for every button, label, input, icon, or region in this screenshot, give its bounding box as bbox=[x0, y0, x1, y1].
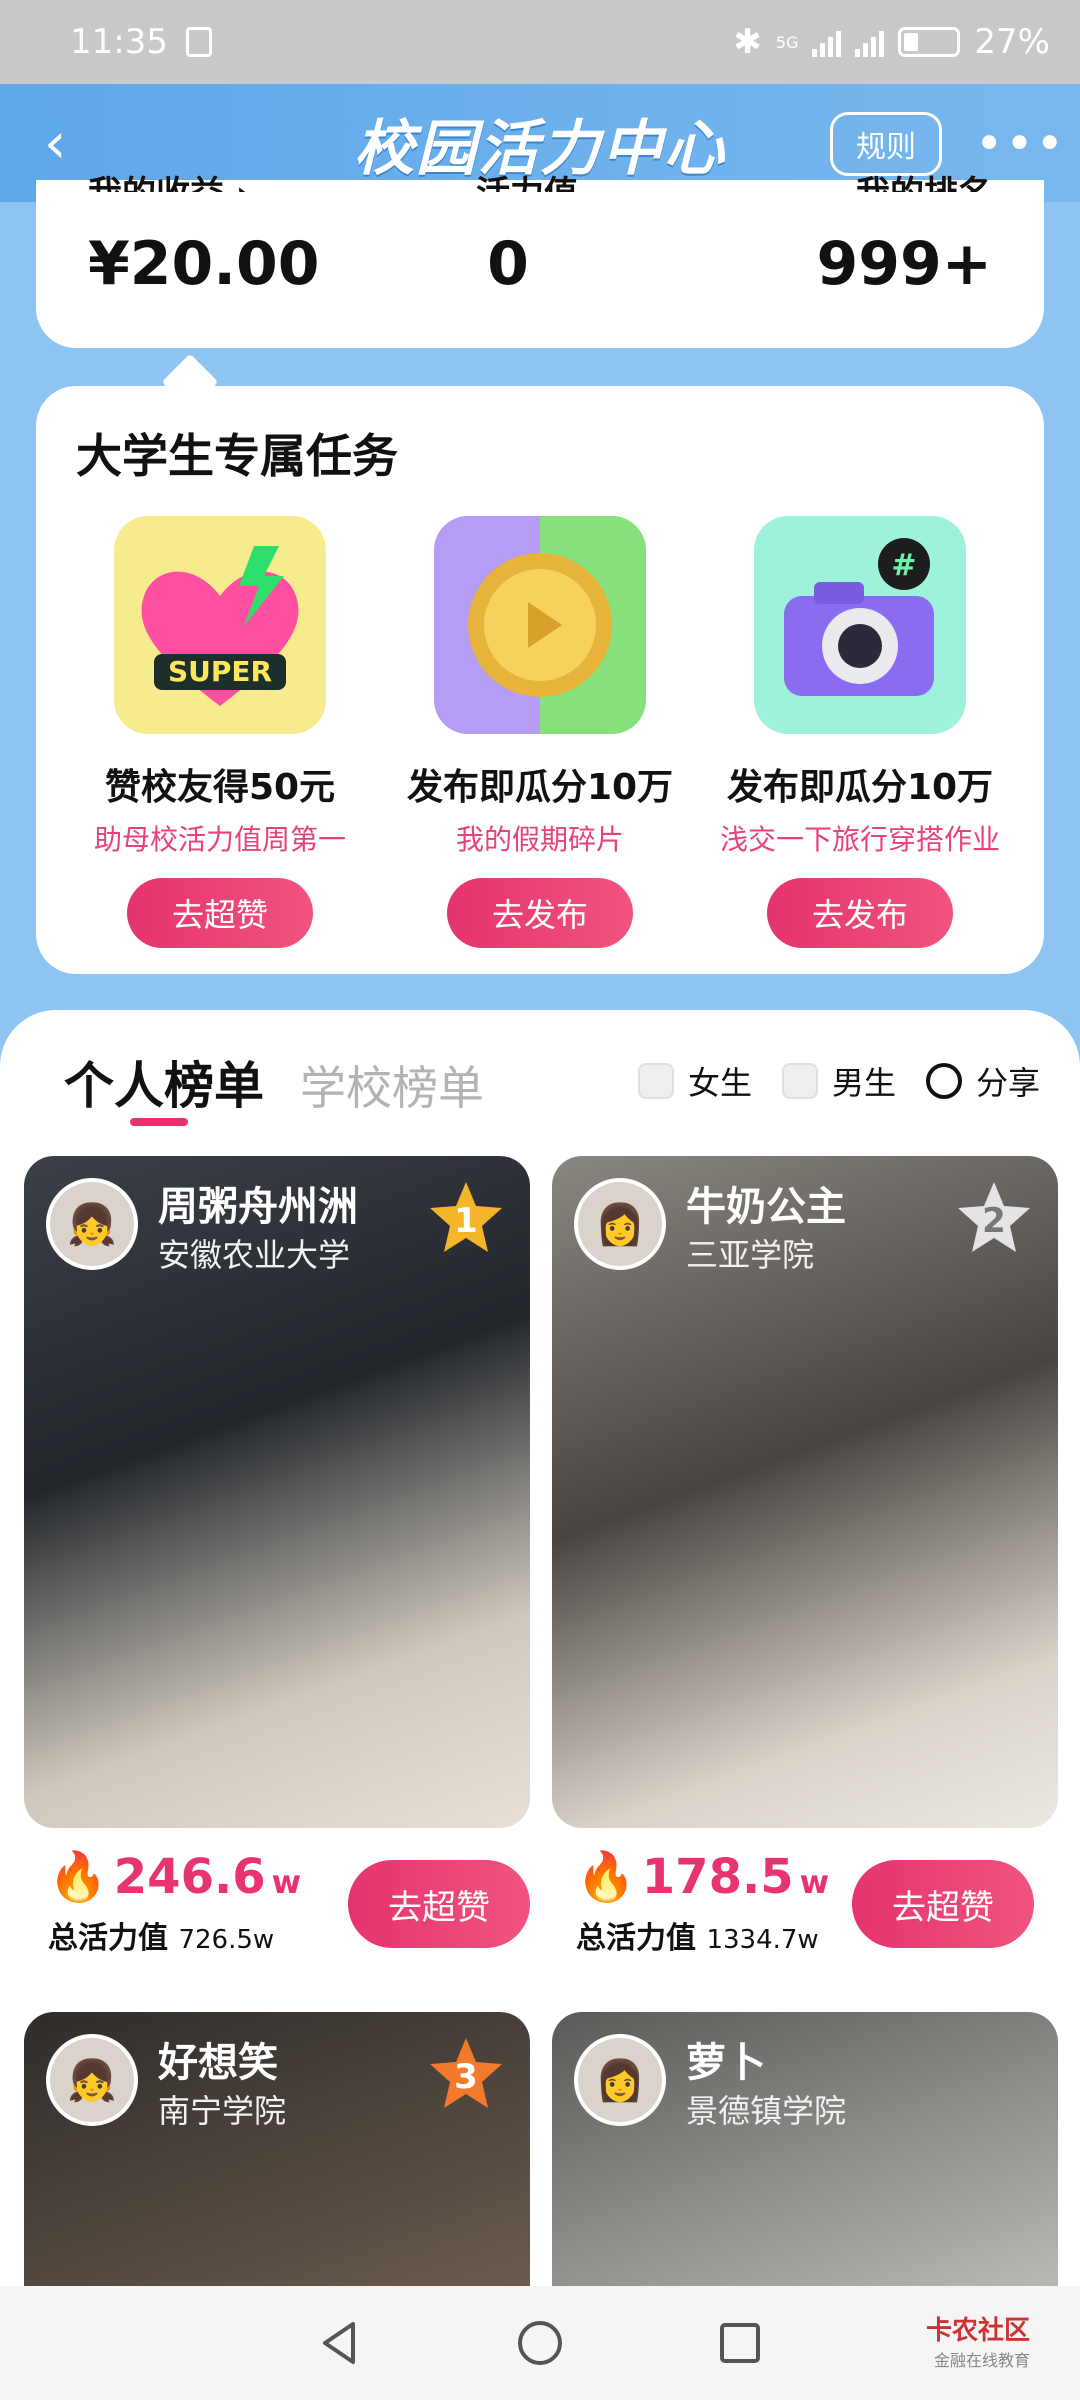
notification-icon bbox=[185, 27, 212, 57]
user-school: 安徽农业大学 bbox=[158, 1236, 351, 1274]
vitality-label: 活力值 bbox=[476, 166, 578, 192]
hot-number: 246.6 bbox=[113, 1849, 266, 1905]
bluetooth-icon: ✱ bbox=[733, 22, 762, 62]
checkbox-icon[interactable] bbox=[637, 1063, 674, 1099]
rank-label: 我的排名 bbox=[856, 166, 992, 192]
more-menu-button[interactable]: ••• bbox=[975, 114, 1064, 174]
rank-star-icon: 3 bbox=[430, 2038, 502, 2108]
nav-recents-button[interactable] bbox=[710, 2313, 770, 2373]
checkbox-icon[interactable] bbox=[781, 1063, 818, 1099]
user-school: 景德镇学院 bbox=[686, 2092, 847, 2130]
user-photo: 👩 萝卜 景德镇学院 bbox=[552, 2012, 1058, 2286]
battery-level: 27% bbox=[974, 22, 1050, 62]
tab-personal[interactable]: 个人榜单 bbox=[64, 1046, 264, 1118]
filter-male[interactable]: 男生 bbox=[781, 1058, 896, 1104]
hash-text: # bbox=[891, 548, 916, 583]
user-name: 牛奶公主 bbox=[686, 1184, 846, 1230]
task-name: 发布即瓜分10万 bbox=[406, 767, 674, 808]
total-label: 总活力值 bbox=[48, 1921, 168, 1956]
avatar: 👧 bbox=[46, 1178, 138, 1270]
nav-back-button[interactable] bbox=[310, 2313, 370, 2373]
rank-number: 3 bbox=[454, 2057, 478, 2097]
rank-number: 2 bbox=[982, 1201, 1006, 1241]
avatar: 👩 bbox=[574, 1178, 666, 1270]
back-button[interactable]: ‹ bbox=[44, 114, 84, 174]
task-publish-button[interactable]: 去发布 bbox=[447, 878, 633, 948]
user-name: 周粥舟州洲 bbox=[158, 1184, 358, 1230]
like-button[interactable]: 去超赞 bbox=[348, 1860, 530, 1948]
task-subtitle: 我的假期碎片 bbox=[455, 823, 624, 856]
hot-unit: w bbox=[799, 1863, 830, 1901]
total-value: 1334.7w bbox=[706, 1925, 819, 1955]
user-photo: 👧 周粥舟州洲 安徽农业大学 1 bbox=[24, 1156, 530, 1828]
task-name: 发布即瓜分10万 bbox=[726, 767, 994, 808]
total-label: 总活力值 bbox=[576, 1921, 696, 1956]
total-value: 726.5w bbox=[178, 1925, 275, 1955]
task-subtitle: 助母校活力值周第一 bbox=[93, 823, 346, 856]
tasks-title: 大学生专属任务 bbox=[76, 429, 398, 483]
watermark: 卡农社区 金融在线教育 bbox=[926, 2310, 1030, 2371]
avatar: 👧 bbox=[46, 2034, 138, 2126]
gold-coin-icon bbox=[434, 516, 646, 734]
watermark-title: 卡农社区 bbox=[925, 2316, 1030, 2346]
rank-star-icon: 1 bbox=[430, 1182, 502, 1252]
earnings-label[interactable]: 我的收益 › bbox=[88, 166, 250, 192]
user-school: 南宁学院 bbox=[158, 2092, 287, 2130]
filter-female[interactable]: 女生 bbox=[637, 1058, 752, 1104]
battery-icon bbox=[898, 27, 961, 57]
user-name: 好想笑 bbox=[158, 2040, 278, 2086]
task-item: SUPER 赞校友得50元 助母校活力值周第一 去超赞 bbox=[60, 516, 380, 948]
hot-unit: w bbox=[271, 1863, 302, 1901]
avatar: 👩 bbox=[574, 2034, 666, 2126]
leaderboard-card[interactable]: 👧 周粥舟州洲 安徽农业大学 1 bbox=[24, 1156, 530, 1828]
user-photo: 👩 牛奶公主 三亚学院 2 bbox=[552, 1156, 1058, 1828]
tasks-card: 大学生专属任务 SUPER 赞校友得50元 助母校活力值周第一 去超赞 发布即瓜… bbox=[36, 386, 1044, 974]
rank-number: 1 bbox=[454, 1201, 478, 1241]
status-bar: 11:35 ✱ 5G 27% bbox=[0, 0, 1080, 84]
vitality-value: 0 bbox=[487, 229, 529, 299]
share-button[interactable]: 分享 bbox=[925, 1058, 1040, 1104]
task-item: # 发布即瓜分10万 浅交一下旅行穿搭作业 去发布 bbox=[700, 516, 1020, 948]
card-stats: 🔥 246.6 w 总活力值 726.5w 去超赞 bbox=[48, 1848, 554, 1957]
rank-value: 999+ bbox=[816, 229, 992, 299]
camera-icon: # bbox=[754, 516, 966, 734]
like-button[interactable]: 去超赞 bbox=[852, 1860, 1034, 1948]
signal-icon bbox=[812, 27, 842, 57]
share-icon bbox=[925, 1063, 962, 1099]
task-subtitle: 浅交一下旅行穿搭作业 bbox=[719, 823, 1000, 856]
super-heart-icon: SUPER bbox=[114, 516, 326, 734]
nav-home-button[interactable] bbox=[510, 2313, 570, 2373]
flame-icon: 🔥 bbox=[576, 1849, 636, 1905]
task-item: 发布即瓜分10万 我的假期碎片 去发布 bbox=[380, 516, 700, 948]
watermark-subtitle: 金融在线教育 bbox=[933, 2351, 1030, 2370]
tab-indicator bbox=[130, 1118, 188, 1126]
task-like-button[interactable]: 去超赞 bbox=[127, 878, 313, 948]
tab-school[interactable]: 学校榜单 bbox=[300, 1052, 484, 1118]
user-school: 三亚学院 bbox=[686, 1236, 815, 1274]
system-nav-bar bbox=[0, 2286, 1080, 2400]
rank-star-icon: 2 bbox=[958, 1182, 1030, 1252]
network-label: 5G bbox=[775, 32, 799, 52]
earnings-value: ¥20.00 bbox=[88, 229, 320, 299]
task-name: 赞校友得50元 bbox=[104, 767, 336, 808]
hot-number: 178.5 bbox=[641, 1849, 794, 1905]
leaderboard-card[interactable]: 👩 牛奶公主 三亚学院 2 bbox=[552, 1156, 1058, 1828]
status-time: 11:35 bbox=[70, 22, 168, 62]
user-name: 萝卜 bbox=[686, 2040, 766, 2086]
user-photo: 👧 好想笑 南宁学院 3 bbox=[24, 2012, 530, 2286]
card-stats: 🔥 178.5 w 总活力值 1334.7w 去超赞 bbox=[576, 1848, 1080, 1957]
signal-icon-2 bbox=[855, 27, 885, 57]
leaderboard-card[interactable]: 👧 好想笑 南宁学院 3 bbox=[24, 2012, 530, 2286]
task-publish-button-2[interactable]: 去发布 bbox=[767, 878, 953, 948]
super-text: SUPER bbox=[168, 655, 272, 688]
filter-male-label: 男生 bbox=[831, 1064, 896, 1102]
leaderboard-card[interactable]: 👩 萝卜 景德镇学院 bbox=[552, 2012, 1058, 2286]
filter-female-label: 女生 bbox=[687, 1064, 752, 1102]
share-label: 分享 bbox=[975, 1064, 1040, 1102]
stats-card: 我的收益 › 活力值 我的排名 ¥20.00 0 999+ bbox=[36, 174, 1044, 348]
flame-icon: 🔥 bbox=[48, 1849, 108, 1905]
